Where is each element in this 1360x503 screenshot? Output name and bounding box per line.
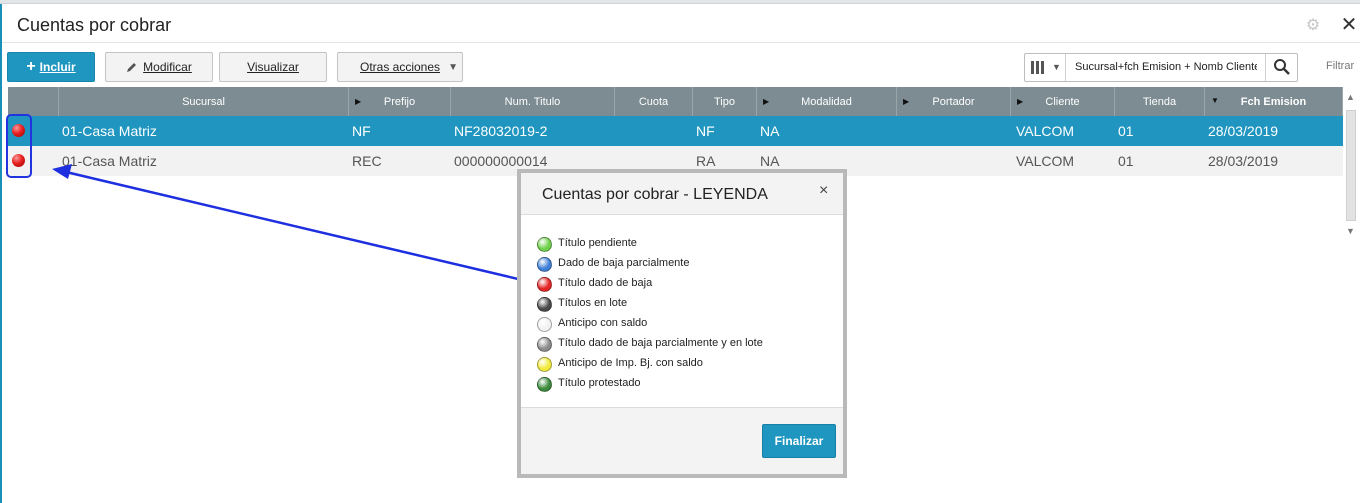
table-row[interactable]: 01-Casa Matriz NF NF28032019-2 NF NA VAL… <box>8 116 1343 146</box>
col-portador-label: Portador <box>932 95 975 108</box>
col-portador[interactable]: ▶ Portador <box>897 87 1011 116</box>
status-ball-icon <box>537 277 552 292</box>
search-input[interactable]: Sucursal+fch Emision + Nomb Cliente + I <box>1075 61 1257 73</box>
legend-item-label: Título protestado <box>558 377 641 389</box>
cell-modalidad: NA <box>760 123 780 139</box>
col-sucursal-label: Sucursal <box>182 95 225 108</box>
pencil-icon <box>127 63 137 72</box>
status-ball-icon <box>537 257 552 272</box>
col-cuota-label: Cuota <box>638 95 669 108</box>
col-num-titulo-label: Num. Titulo <box>504 95 561 108</box>
left-edge-accent <box>0 4 2 503</box>
col-prefijo[interactable]: ▶ Prefijo <box>349 87 451 116</box>
page-title: Cuentas por cobrar <box>17 15 172 35</box>
top-bar <box>0 0 1360 4</box>
incluir-label: Incluir <box>39 60 76 74</box>
cell-sucursal: 01-Casa Matriz <box>62 153 157 169</box>
cell-sucursal: 01-Casa Matriz <box>62 123 157 139</box>
modificar-label: Modificar <box>143 60 192 74</box>
cell-num-titulo: NF28032019-2 <box>454 123 548 139</box>
col-sucursal[interactable]: Sucursal <box>59 87 349 116</box>
status-ball-icon <box>537 377 552 392</box>
plus-icon: + <box>26 58 36 75</box>
otras-acciones-button[interactable]: Otras acciones ▼ <box>337 52 463 82</box>
close-icon[interactable]: ✕ <box>1340 15 1358 35</box>
legend-item-label: Títulos en lote <box>558 297 628 309</box>
filtrar-link[interactable]: Filtrar <box>1326 60 1354 72</box>
finalizar-button[interactable]: Finalizar <box>762 424 836 458</box>
cell-cliente: VALCOM <box>1016 153 1075 169</box>
col-tienda-label: Tienda <box>1142 95 1177 108</box>
cell-prefijo: NF <box>352 123 371 139</box>
visualizar-button[interactable]: Visualizar <box>219 52 327 82</box>
cell-tipo: NF <box>696 123 715 139</box>
modificar-button[interactable]: Modificar <box>105 52 213 82</box>
cell-tienda: 01 <box>1118 153 1134 169</box>
gear-icon[interactable]: ⚙ <box>1305 18 1321 34</box>
header-divider <box>2 42 1360 43</box>
triangle-right-icon: ▶ <box>1017 97 1024 106</box>
legend-item-label: Título dado de baja parcialmente y en lo… <box>558 337 763 349</box>
triangle-right-icon: ▶ <box>763 97 770 106</box>
col-cliente-label: Cliente <box>1045 95 1080 108</box>
search-box[interactable]: ▼ Sucursal+fch Emision + Nomb Cliente + … <box>1024 53 1298 82</box>
col-cliente[interactable]: ▶ Cliente <box>1011 87 1115 116</box>
col-prefijo-label: Prefijo <box>383 95 416 108</box>
col-tipo[interactable]: Tipo <box>693 87 757 116</box>
dialog-header: Cuentas por cobrar - LEYENDA × <box>521 173 843 215</box>
cell-fch-emision: 28/03/2019 <box>1208 123 1279 139</box>
status-ball-icon <box>537 297 552 312</box>
triangle-right-icon: ▶ <box>903 97 910 106</box>
cell-cliente: VALCOM <box>1016 123 1075 139</box>
search-icon[interactable] <box>1273 58 1291 76</box>
col-fch-emision[interactable]: ▼ Fch Emision <box>1205 87 1343 116</box>
col-modalidad-label: Modalidad <box>801 95 852 108</box>
annotation-highlight-box <box>6 114 32 178</box>
col-fch-emision-label: Fch Emision <box>1240 95 1307 108</box>
status-ball-icon <box>537 237 552 252</box>
col-tipo-label: Tipo <box>714 95 735 108</box>
scroll-down-icon[interactable]: ▼ <box>1346 226 1355 236</box>
col-tienda[interactable]: Tienda <box>1115 87 1205 116</box>
chevron-down-icon[interactable]: ▼ <box>1052 62 1061 72</box>
cell-tienda: 01 <box>1118 123 1134 139</box>
caret-down-icon: ▼ <box>448 62 458 73</box>
scroll-up-icon[interactable]: ▲ <box>1346 92 1355 102</box>
columns-icon[interactable] <box>1031 61 1047 75</box>
legend-item-label: Título pendiente <box>558 237 637 249</box>
close-icon[interactable]: × <box>819 182 828 200</box>
legend-item-label: Anticipo con saldo <box>558 317 648 329</box>
triangle-right-icon: ▶ <box>355 97 362 106</box>
grid-header: Sucursal ▶ Prefijo Num. Titulo Cuota Tipo… <box>8 87 1343 116</box>
dialog-footer: Finalizar <box>521 407 843 474</box>
col-cuota[interactable]: Cuota <box>615 87 693 116</box>
legend-item-label: Anticipo de Imp. Bj. con saldo <box>558 357 703 369</box>
scroll-thumb[interactable] <box>1346 110 1356 221</box>
sort-down-icon: ▼ <box>1211 96 1219 105</box>
status-ball-icon <box>537 337 552 352</box>
legend-item-label: Dado de baja parcialmente <box>558 257 690 269</box>
search-separator <box>1065 54 1066 81</box>
dialog-title: Cuentas por cobrar - LEYENDA <box>542 186 768 203</box>
search-separator-2 <box>1265 54 1266 81</box>
col-modalidad[interactable]: ▶ Modalidad <box>757 87 897 116</box>
status-ball-icon <box>537 357 552 372</box>
legend-dialog: Cuentas por cobrar - LEYENDA × Título pe… <box>517 169 847 478</box>
status-ball-icon <box>537 317 552 332</box>
col-status[interactable] <box>8 87 59 116</box>
visualizar-label: Visualizar <box>247 60 299 74</box>
incluir-button[interactable]: + Incluir <box>7 52 95 82</box>
vertical-scrollbar[interactable]: ▲ ▼ <box>1345 90 1357 503</box>
cell-fch-emision: 28/03/2019 <box>1208 153 1279 169</box>
legend-item-label: Título dado de baja <box>558 277 653 289</box>
cell-prefijo: REC <box>352 153 382 169</box>
col-num-titulo[interactable]: Num. Titulo <box>451 87 615 116</box>
app-window: Cuentas por cobrar ⚙ ✕ + Incluir Modific… <box>0 0 1360 503</box>
otras-acciones-label: Otras acciones <box>360 60 441 74</box>
